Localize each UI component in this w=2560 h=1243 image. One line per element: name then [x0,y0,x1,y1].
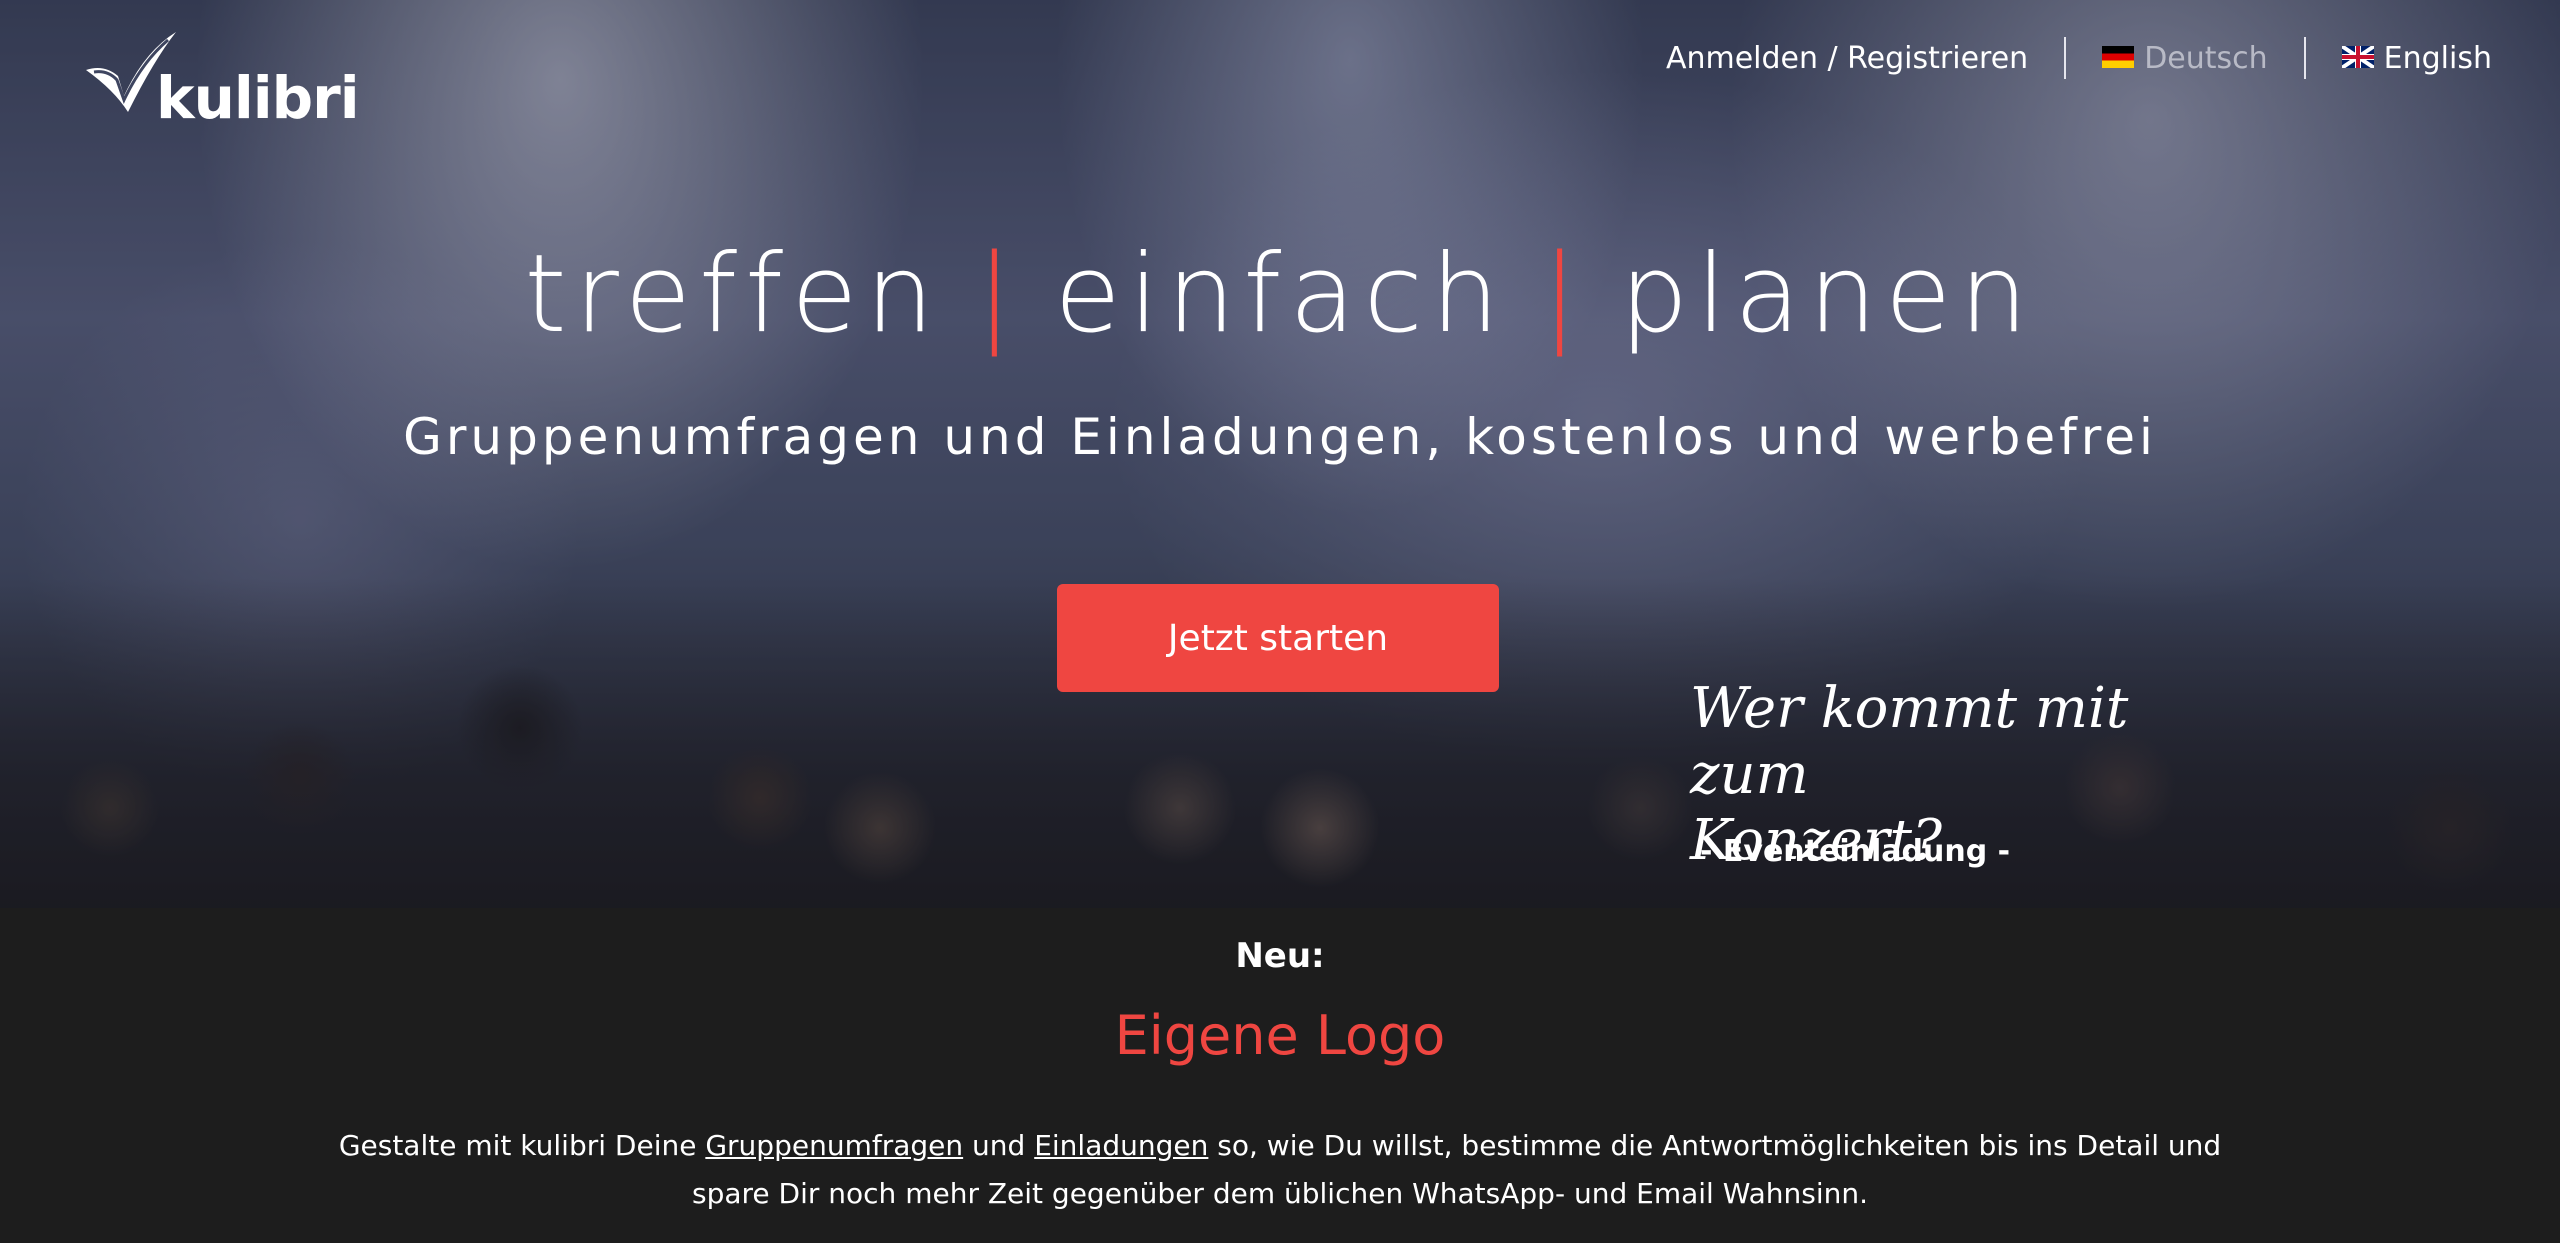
headline-separator: | [975,232,1021,357]
language-de-label: Deutsch [2144,40,2268,76]
headline-separator: | [1541,232,1586,357]
desc-text: und [963,1129,1035,1162]
headline-word: treffen [524,232,942,357]
headline-word: planen [1619,232,2036,357]
brand-logo[interactable]: kulibri [84,30,364,132]
language-en-link[interactable]: English [2306,41,2492,76]
news-label: Neu: [1235,936,1325,976]
language-en-label: English [2383,40,2492,76]
flag-uk-icon [2341,46,2374,68]
hero-subtitle: Gruppenumfragen und Einladungen, kostenl… [403,408,2157,466]
login-register-link[interactable]: Anmelden / Registrieren [1630,41,2064,76]
get-started-button[interactable]: Jetzt starten [1057,584,1499,692]
brand-name: kulibri [156,64,360,132]
hero-section: kulibri Anmelden / Registrieren Deutsch … [0,0,2560,908]
quote-tag: - Eventeinladung - [1700,834,2011,869]
flag-germany-icon [2102,46,2135,68]
language-de-link[interactable]: Deutsch [2066,41,2303,76]
group-polls-link[interactable]: Gruppenumfragen [705,1129,963,1162]
desc-text: Gestalte mit kulibri Deine [338,1129,706,1162]
top-nav: Anmelden / Registrieren Deutsch English [1630,34,2492,82]
hero-headline: treffen | einfach | planen [0,232,2560,357]
feature-description: Gestalte mit kulibri Deine Gruppenumfrag… [300,1122,2260,1218]
invitations-link[interactable]: Einladungen [1034,1129,1208,1162]
feature-title: Eigene Logo [1114,1004,1446,1067]
quote-line: Wer kommt mit zum [1690,676,2129,807]
headline-word: einfach [1054,232,1508,357]
